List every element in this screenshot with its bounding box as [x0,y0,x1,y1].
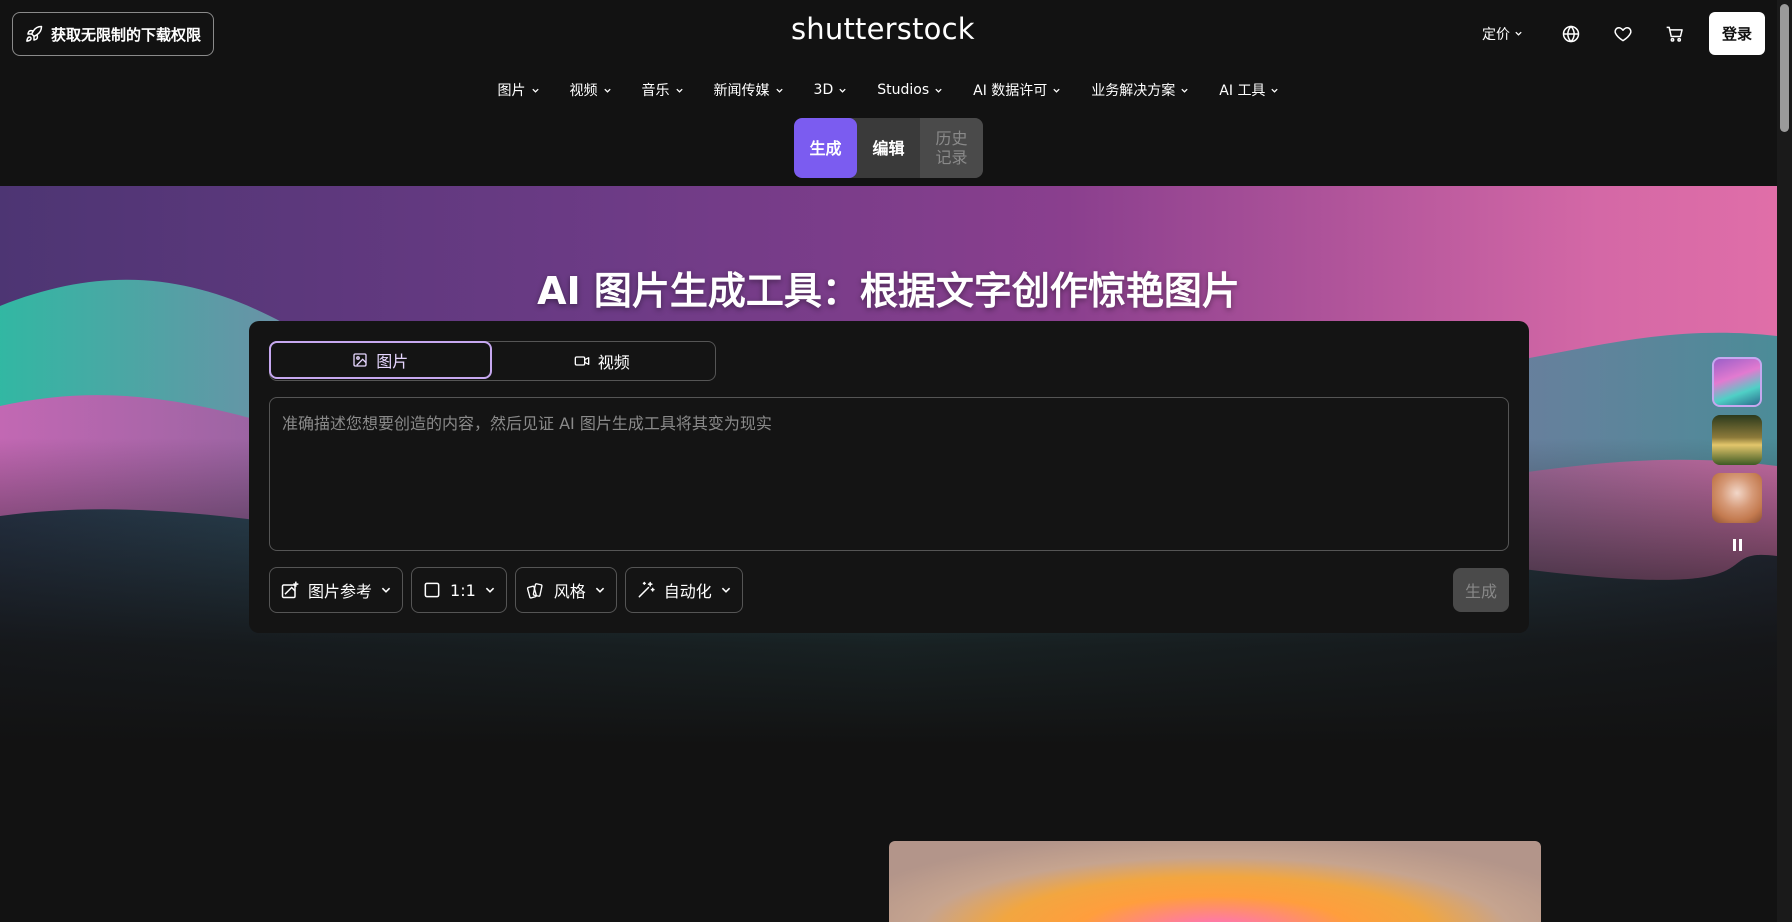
tab-image[interactable]: 图片 [269,341,492,379]
cart-icon [1666,26,1683,42]
shutterstock-logo[interactable]: shutterstock [791,12,975,46]
page-scrollbar[interactable] [1777,0,1792,922]
tab-video[interactable]: 视频 [491,342,714,380]
chevron-down-icon [1515,31,1522,36]
chevron-down-icon [485,587,494,593]
chevron-down-icon [721,587,730,593]
generate-button[interactable]: 生成 [1453,568,1509,612]
nav-item-music[interactable]: 音乐 [642,76,684,104]
chevron-down-icon [675,88,683,93]
square-icon [424,582,440,598]
tab-edit[interactable]: 编辑 [857,118,920,178]
carousel-thumb-forest[interactable] [1712,415,1762,465]
aspect-ratio-value: 1:1 [450,580,476,600]
site-header: 获取无限制的下载权限 shutterstock 定价 登录 图片 视频 音乐 新… [0,0,1777,186]
globe-icon [1562,24,1580,43]
nav-item-3d[interactable]: 3D [814,76,848,104]
carousel-thumb-fur[interactable] [1712,357,1762,407]
scrollbar-thumb[interactable] [1780,4,1789,132]
nav-item-ai-tools[interactable]: AI 工具 [1219,76,1279,104]
generator-controls: 图片参考 1:1 风格 自动化 [269,567,743,613]
media-type-tabs: 图片 视频 [269,341,716,381]
tab-image-label: 图片 [376,352,409,371]
cart-button[interactable] [1649,12,1701,55]
chevron-down-icon [603,88,611,93]
nav-item-video[interactable]: 视频 [570,76,612,104]
rocket-icon [26,25,43,42]
automation-label: 自动化 [663,582,712,601]
image-icon [353,353,367,367]
nav-item-editorial[interactable]: 新闻传媒 [714,76,784,104]
nav-label: AI 数据许可 [973,83,1048,99]
tab-history[interactable]: 历史记录 [920,118,983,178]
nav-label: AI 工具 [1219,83,1266,99]
chevron-down-icon [935,88,942,93]
nav-item-business-solutions[interactable]: 业务解决方案 [1091,76,1189,104]
main-nav: 图片 视频 音乐 新闻传媒 3D Studios AI 数据许可 业务解决方案 … [0,76,1777,104]
heart-icon [1614,26,1632,41]
favorites-button[interactable] [1597,12,1649,55]
featured-image [889,841,1541,922]
add-image-icon [281,581,299,599]
nav-label: 新闻传媒 [713,83,770,99]
prompt-input[interactable] [269,397,1509,551]
nav-label: 3D [813,82,834,98]
tab-generate[interactable]: 生成 [794,118,857,178]
nav-item-images[interactable]: 图片 [498,76,540,104]
nav-label: Studios [877,82,930,98]
language-button[interactable] [1545,12,1597,55]
pause-bar [1738,539,1742,551]
chevron-down-icon [1181,88,1188,93]
pause-button[interactable] [1732,539,1742,551]
nav-item-studios[interactable]: Studios [877,76,943,104]
page-title: AI 图片生成工具：根据文字创作惊艳图片 [537,269,1240,313]
style-select[interactable]: 风格 [514,567,617,613]
nav-label: 音乐 [641,83,670,99]
unlimited-download-button[interactable]: 获取无限制的下载权限 [12,12,215,56]
header-actions: 定价 登录 [1482,12,1765,55]
style-label: 风格 [553,582,586,601]
history-label: 历史记录 [935,129,968,167]
chevron-down-icon [595,587,604,593]
chevron-down-icon [775,88,783,93]
mode-tabs: 生成 编辑 历史记录 [794,118,983,178]
promo-label: 获取无限制的下载权限 [51,25,202,44]
login-button[interactable]: 登录 [1709,12,1765,55]
chevron-down-icon [1271,88,1279,93]
magic-wand-icon [638,581,655,598]
chevron-down-icon [839,88,846,93]
chevron-down-icon [1053,88,1060,93]
nav-label: 视频 [569,83,598,99]
tab-video-label: 视频 [597,353,630,372]
pricing-label: 定价 [1482,26,1510,43]
chevron-down-icon [381,587,391,593]
video-camera-icon [574,356,590,366]
nav-label: 图片 [497,83,526,99]
swatches-icon [526,583,543,599]
pause-bar [1732,539,1736,551]
generator-panel: 图片 视频 图片参考 1:1 风格 自动化 生成 [249,321,1529,633]
automation-select[interactable]: 自动化 [624,567,743,613]
chevron-down-icon [531,88,539,93]
carousel-thumb-abstract[interactable] [1712,473,1762,523]
pricing-link[interactable]: 定价 [1482,24,1523,44]
nav-label: 业务解决方案 [1091,83,1176,99]
nav-item-ai-data-licensing[interactable]: AI 数据许可 [973,76,1061,104]
image-reference-label: 图片参考 [308,582,373,601]
image-reference-button[interactable]: 图片参考 [269,567,404,613]
hero-image-carousel [1712,357,1762,551]
aspect-ratio-select[interactable]: 1:1 [411,567,507,613]
